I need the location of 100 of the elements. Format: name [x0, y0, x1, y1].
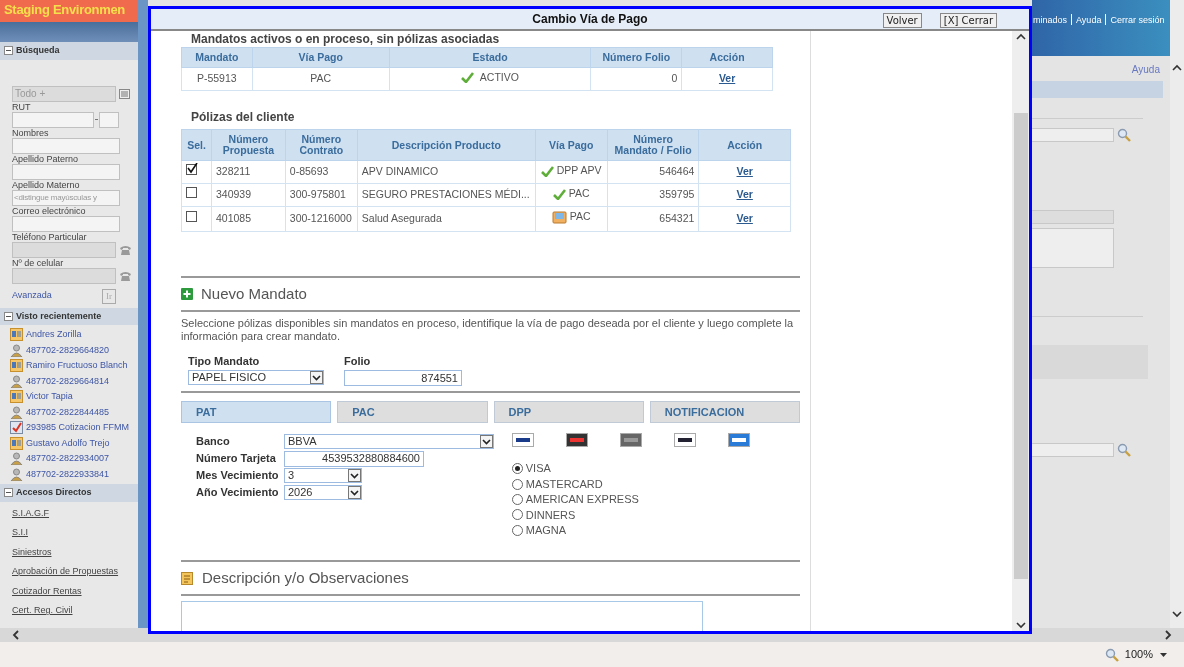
header-link[interactable]: Cerrar sesión: [1110, 14, 1165, 28]
toggle-icon[interactable]: [4, 46, 13, 56]
scroll-right-icon[interactable]: [1162, 629, 1174, 641]
shortcut-link[interactable]: S.I.I: [0, 523, 138, 543]
input-field[interactable]: [12, 267, 116, 284]
person-icon: [10, 374, 23, 388]
caret-icon[interactable]: [348, 486, 361, 499]
table-cell: 546464: [607, 160, 699, 184]
shortcut-link[interactable]: Aprobación de Propuestas: [0, 562, 138, 582]
payment-tab[interactable]: NOTIFICACION: [649, 401, 800, 423]
input-field[interactable]: [12, 241, 116, 258]
caret-icon[interactable]: [480, 435, 493, 448]
section-title: Accesos Directos: [16, 486, 92, 499]
radio-button[interactable]: [512, 478, 523, 490]
radio-label: AMERICAN EXPRESS: [525, 492, 639, 508]
field-label: RUT: [12, 101, 32, 112]
zoom-level[interactable]: 100%: [1124, 646, 1153, 663]
radio-label: MASTERCARD: [525, 476, 603, 492]
column-header: Acción: [698, 129, 791, 161]
row-checkbox[interactable]: [186, 164, 197, 176]
dialog-button[interactable]: [X] Cerrar: [939, 13, 997, 28]
radio-button[interactable]: [512, 463, 523, 475]
recent-item-link[interactable]: 487702-2829664814: [26, 373, 110, 389]
document-check-icon: [10, 421, 23, 435]
person-icon: [10, 452, 23, 466]
table-cell: APV DINAMICO: [357, 160, 536, 184]
card-number-field[interactable]: 4539532880884600: [284, 450, 424, 467]
column-header: Acción: [681, 47, 773, 68]
caret-icon[interactable]: [1159, 651, 1168, 658]
header-link[interactable]: Ayuda: [1076, 14, 1102, 28]
select-field[interactable]: BBVA: [284, 434, 494, 449]
folio-field[interactable]: 874551: [344, 369, 462, 386]
section-header[interactable]: Accesos Directos: [0, 484, 138, 502]
input-field[interactable]: [99, 111, 119, 128]
header-link[interactable]: minados: [1033, 14, 1068, 28]
select-field[interactable]: 3: [284, 468, 362, 483]
tipo-mandato-select[interactable]: PAPEL FISICO: [188, 369, 324, 385]
table-cell: 654321: [607, 206, 699, 231]
payment-tab[interactable]: PAC: [337, 401, 488, 423]
caret-icon[interactable]: [310, 370, 323, 384]
section-title: Mandatos activos o en proceso, sin pólizas asociadas: [190, 31, 501, 47]
field-label: Año Vecimiento: [196, 485, 280, 501]
field-label: Nombres: [12, 127, 50, 138]
payment-tab[interactable]: DPP: [493, 401, 644, 423]
card-logo-icon: [674, 433, 696, 447]
instructions-text: Seleccione pólizas disponibles sin mandatos en proceso, identifique la vía de pago deseada por el cliente y luego complete la información para crear mandato.: [181, 316, 795, 343]
view-link[interactable]: Ver: [718, 72, 736, 85]
plus-icon: [181, 287, 193, 300]
row-checkbox[interactable]: [186, 211, 197, 223]
field-label: Mes Vecimiento: [196, 468, 280, 484]
section-header[interactable]: Visto recientemente: [0, 307, 138, 325]
scroll-down-icon[interactable]: [1014, 619, 1027, 631]
shortcut-link[interactable]: Cert. Reg. Civil: [0, 601, 138, 621]
input-field[interactable]: [12, 163, 120, 180]
select-value: BBVA: [288, 434, 317, 450]
dialog-button[interactable]: Volver: [882, 13, 922, 28]
section-title: Pólizas del cliente: [190, 109, 296, 127]
select-field[interactable]: 2026: [284, 485, 362, 500]
view-link[interactable]: Ver: [736, 212, 753, 225]
field-label: Teléfono Particular: [12, 231, 88, 242]
radio-button[interactable]: [512, 524, 523, 536]
recent-item-link[interactable]: 487702-2822933841: [26, 466, 110, 482]
list-icon[interactable]: [118, 88, 130, 99]
shortcut-link[interactable]: Cotizador Rentas: [0, 581, 138, 601]
recent-item-link[interactable]: 487702-2822844485: [26, 404, 110, 420]
card-logo-icon: [566, 433, 588, 447]
shortcut-link[interactable]: S.I.A.G.F: [0, 503, 138, 523]
recent-item-link[interactable]: 487702-2822934007: [26, 451, 110, 467]
input-field[interactable]: [12, 111, 94, 128]
recent-item-link[interactable]: 293985 Cotizacion FFMM: [26, 420, 130, 436]
recent-item-link[interactable]: Ramiro Fructuoso Blanch: [26, 358, 128, 374]
radio-button[interactable]: [512, 509, 523, 521]
scroll-down-icon[interactable]: [1171, 608, 1183, 620]
row-checkbox[interactable]: [186, 187, 197, 199]
scrollbar-thumb[interactable]: [1013, 113, 1028, 579]
view-link[interactable]: Ver: [736, 188, 753, 201]
radio-button[interactable]: [512, 493, 523, 505]
advanced-link[interactable]: Avanzada: [12, 289, 52, 303]
check-icon: [541, 165, 555, 177]
toggle-icon[interactable]: [4, 311, 13, 321]
field-label: Banco: [196, 434, 231, 450]
recent-item-link[interactable]: Gustavo Adolfo Trejo: [26, 435, 110, 451]
caret-icon[interactable]: [348, 469, 361, 482]
table-cell: 300-1216000: [285, 206, 358, 231]
recent-item-link[interactable]: Andres Zorilla: [26, 327, 82, 343]
recent-item-link[interactable]: 487702-2829664820: [26, 342, 110, 358]
table-cell: 0: [590, 67, 682, 91]
scroll-left-icon[interactable]: [10, 629, 22, 641]
field-label: Correo electrónico: [12, 205, 87, 216]
toggle-icon[interactable]: [4, 488, 13, 498]
card-logo-icon: [620, 433, 642, 447]
tray-icon: [552, 210, 567, 224]
input-field[interactable]: [12, 137, 120, 154]
input-field[interactable]: [12, 215, 120, 232]
column-header: Estado: [389, 47, 591, 68]
shortcut-link[interactable]: Siniestros: [0, 542, 138, 562]
view-link[interactable]: Ver: [736, 165, 753, 178]
payment-tab[interactable]: PAT: [181, 401, 332, 423]
recent-item-link[interactable]: Victor Tapia: [26, 389, 73, 405]
section-header[interactable]: Búsqueda: [0, 42, 138, 60]
